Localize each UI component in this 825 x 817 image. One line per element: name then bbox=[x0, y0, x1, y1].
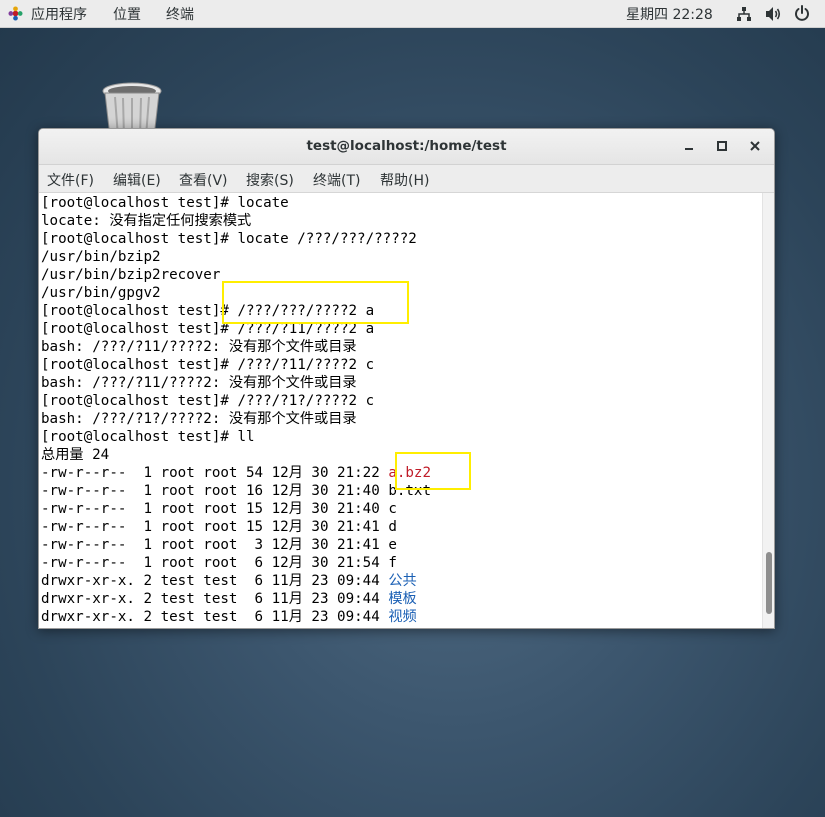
listing-meta: -rw-r--r-- 1 root root 54 12月 30 21:22 bbox=[41, 465, 389, 481]
window-title: test@localhost:/home/test bbox=[306, 138, 507, 154]
menu-help[interactable]: 帮助(H) bbox=[380, 170, 429, 190]
highlight-box-archive bbox=[395, 452, 471, 490]
power-icon[interactable] bbox=[794, 5, 810, 22]
top-panel: 应用程序 位置 终端 星期四 22:28 bbox=[0, 0, 825, 28]
file-name: c bbox=[388, 501, 397, 517]
clock[interactable]: 星期四 22:28 bbox=[626, 4, 713, 24]
menu-search[interactable]: 搜索(S) bbox=[246, 170, 294, 190]
listing-meta: -rw-r--r-- 1 root root 15 12月 30 21:40 bbox=[41, 501, 389, 517]
directory-name: 视频 bbox=[388, 609, 417, 625]
menu-bar: 文件(F) 编辑(E) 查看(V) 搜索(S) 终端(T) 帮助(H) bbox=[39, 165, 774, 193]
highlight-box-command bbox=[222, 281, 409, 324]
listing-meta: drwxr-xr-x. 2 test test 6 11月 23 09:44 bbox=[41, 591, 389, 607]
listing-row: -rw-r--r-- 1 root root 16 12月 30 21:40 b… bbox=[41, 482, 431, 500]
network-icon[interactable] bbox=[736, 6, 752, 22]
window-titlebar[interactable]: test@localhost:/home/test bbox=[39, 129, 774, 165]
menu-terminal[interactable]: 终端(T) bbox=[313, 170, 360, 190]
terminal-app-menu[interactable]: 终端 bbox=[166, 4, 194, 24]
terminal-line: [root@localhost test]# locate /???/???/?… bbox=[41, 231, 417, 247]
apps-icon[interactable] bbox=[8, 6, 23, 21]
file-name: e bbox=[388, 537, 397, 553]
terminal-line: locate: 没有指定任何搜索模式 bbox=[41, 213, 252, 229]
maximize-icon[interactable] bbox=[714, 138, 730, 154]
menu-view[interactable]: 查看(V) bbox=[179, 170, 228, 190]
terminal-output[interactable]: [root@localhost test]# locate locate: 没有… bbox=[39, 193, 762, 628]
terminal-line: /usr/bin/bzip2 bbox=[41, 249, 161, 265]
directory-name: 模板 bbox=[388, 591, 417, 607]
listing-meta: -rw-r--r-- 1 root root 15 12月 30 21:41 bbox=[41, 519, 389, 535]
listing-meta: drwxr-xr-x. 2 test test 6 11月 23 09:44 bbox=[41, 573, 389, 589]
listing-row: -rw-r--r-- 1 root root 15 12月 30 21:41 d bbox=[41, 518, 431, 536]
menu-file[interactable]: 文件(F) bbox=[47, 170, 94, 190]
terminal-line: bash: /???/?1?/????2: 没有那个文件或目录 bbox=[41, 411, 357, 427]
terminal-scrollbar[interactable] bbox=[762, 193, 774, 628]
listing-meta: -rw-r--r-- 1 root root 6 12月 30 21:54 bbox=[41, 555, 389, 571]
close-icon[interactable] bbox=[747, 138, 763, 154]
listing-row: drwxr-xr-x. 2 test test 6 11月 23 09:44 视… bbox=[41, 608, 431, 626]
listing-row: drwxr-xr-x. 2 test test 6 11月 23 09:44 公… bbox=[41, 572, 431, 590]
listing-row: -rw-r--r-- 1 root root 3 12月 30 21:41 e bbox=[41, 536, 431, 554]
listing-row: -rw-r--r-- 1 root root 6 12月 30 21:54 f bbox=[41, 554, 431, 572]
terminal-lines: [root@localhost test]# locate locate: 没有… bbox=[41, 194, 431, 626]
listing-row: -rw-r--r-- 1 root root 15 12月 30 21:40 c bbox=[41, 500, 431, 518]
volume-icon[interactable] bbox=[765, 6, 783, 22]
file-name: d bbox=[388, 519, 397, 535]
places-menu[interactable]: 位置 bbox=[113, 4, 141, 24]
terminal-line: [root@localhost test]# ll bbox=[41, 429, 255, 445]
terminal-line: bash: /???/?11/????2: 没有那个文件或目录 bbox=[41, 339, 357, 355]
scrollbar-thumb[interactable] bbox=[766, 552, 772, 614]
listing-meta: drwxr-xr-x. 2 test test 6 11月 23 09:44 bbox=[41, 609, 389, 625]
terminal-line: [root@localhost test]# locate bbox=[41, 195, 289, 211]
directory-name: 公共 bbox=[388, 573, 417, 589]
terminal-line: bash: /???/?11/????2: 没有那个文件或目录 bbox=[41, 375, 357, 391]
listing-row: drwxr-xr-x. 2 test test 6 11月 23 09:44 模… bbox=[41, 590, 431, 608]
listing-meta: -rw-r--r-- 1 root root 16 12月 30 21:40 bbox=[41, 483, 389, 499]
listing-row: -rw-r--r-- 1 root root 54 12月 30 21:22 a… bbox=[41, 464, 431, 482]
minimize-icon[interactable] bbox=[681, 138, 697, 154]
applications-menu[interactable]: 应用程序 bbox=[31, 4, 87, 24]
terminal-window[interactable]: test@localhost:/home/test 文件(F) 编辑(E) 查看… bbox=[38, 128, 775, 629]
terminal-line: [root@localhost test]# /???/?1?/????2 c bbox=[41, 393, 375, 409]
listing-meta: -rw-r--r-- 1 root root 3 12月 30 21:41 bbox=[41, 537, 389, 553]
menu-edit[interactable]: 编辑(E) bbox=[113, 170, 161, 190]
terminal-line: [root@localhost test]# /???/?11/????2 c bbox=[41, 357, 375, 373]
file-name: f bbox=[388, 555, 397, 571]
terminal-line: 总用量 24 bbox=[41, 447, 110, 463]
